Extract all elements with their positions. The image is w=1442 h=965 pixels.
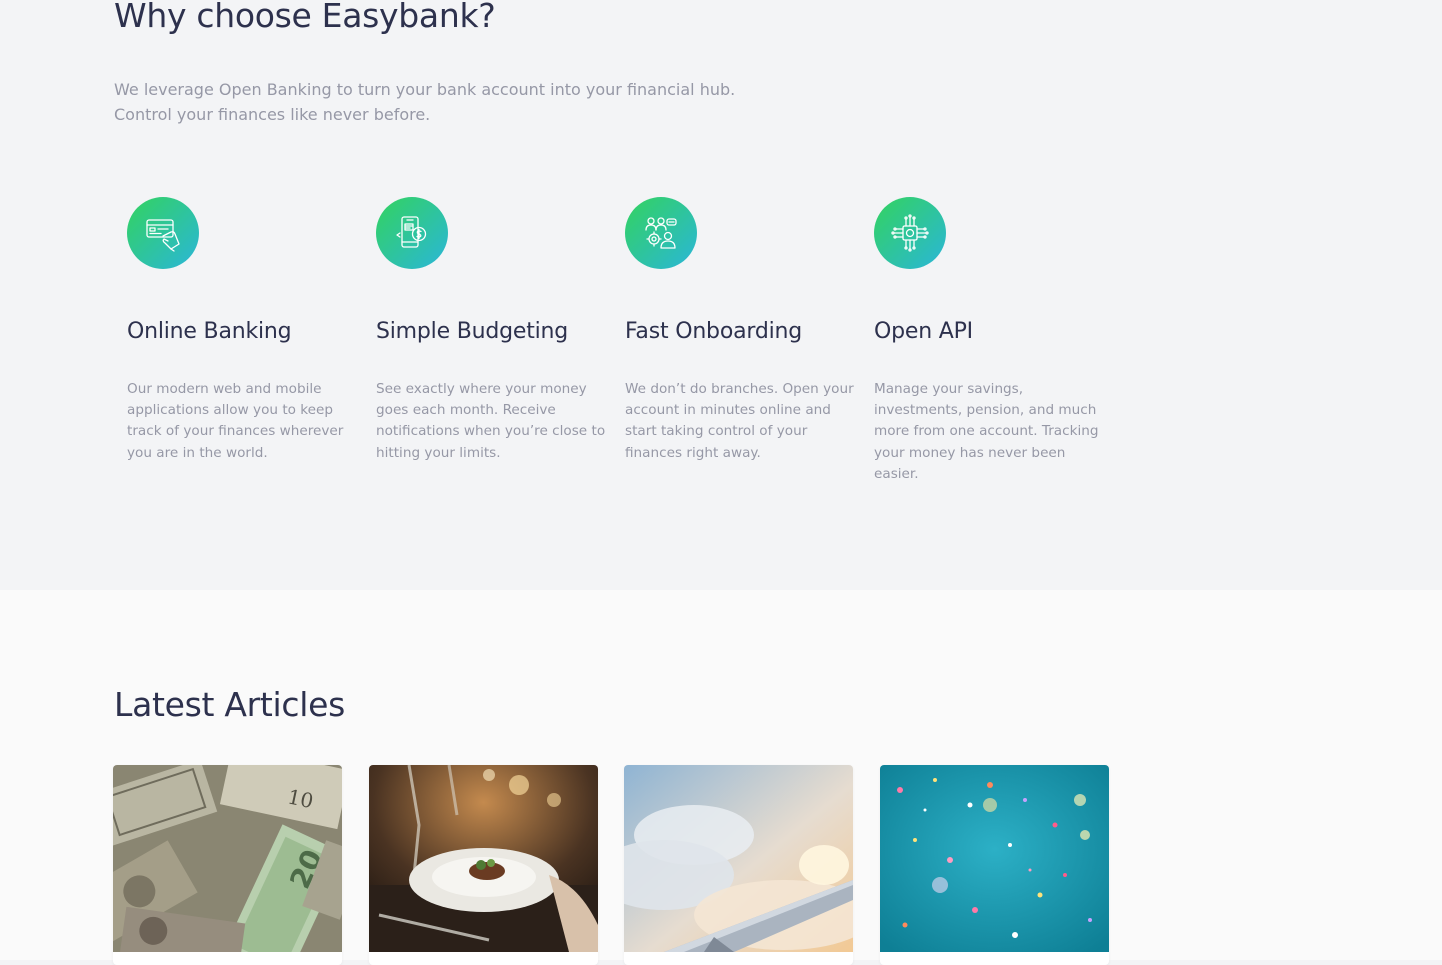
feature-desc-line: applications allow you to keep (127, 402, 334, 419)
why-title: Why choose Easybank? (114, 0, 496, 35)
feature-title: Fast Onboarding (625, 319, 803, 344)
feature-desc: We don’t do branches. Open your account … (625, 379, 854, 464)
articles-title: Latest Articles (114, 685, 346, 724)
feature-desc-line: notifications when you’re close to (376, 423, 606, 440)
feature-desc-line: Our modern web and mobile (127, 381, 322, 397)
article-card[interactable]: 10 20 (113, 765, 342, 965)
article-card[interactable] (369, 765, 598, 965)
feature-desc: Our modern web and mobile applications a… (127, 379, 352, 464)
feature-title: Open API (874, 319, 973, 344)
feature-desc-line: track of your finances wherever (127, 423, 344, 440)
article-card[interactable] (880, 765, 1109, 965)
api-icon (874, 197, 946, 269)
confetti-image[interactable] (880, 765, 1109, 952)
why-intro-line: We leverage Open Banking to turn your ba… (114, 80, 736, 99)
why-intro-line: Control your finances like never before. (114, 105, 431, 124)
feature-desc-line: you are in the world. (127, 444, 268, 461)
feature-desc-line: Manage your savings, (874, 381, 1024, 397)
online-banking-icon (127, 197, 199, 269)
feature-desc-line: your money has never been (874, 444, 1066, 461)
feature-title: Simple Budgeting (376, 319, 569, 344)
why-intro: We leverage Open Banking to turn your ba… (114, 77, 754, 127)
why-section: Why choose Easybank? We leverage Open Ba… (0, 0, 1442, 590)
feature-desc-line: investments, pension, and much (874, 402, 1097, 419)
article-card[interactable] (624, 765, 853, 965)
onboarding-icon (625, 197, 697, 269)
feature-desc-line: easier. (874, 465, 919, 482)
budgeting-icon (376, 197, 448, 269)
feature-desc-line: start taking control of your (625, 423, 808, 440)
feature-desc-line: goes each month. Receive (376, 402, 556, 419)
articles-section: Latest Articles 10 20 (0, 590, 1442, 965)
restaurant-image[interactable] (369, 765, 598, 952)
feature-desc-line: finances right away. (625, 444, 761, 461)
feature-desc-line: hitting your limits. (376, 444, 501, 461)
feature-desc-line: We don’t do branches. Open your (625, 381, 854, 397)
feature-desc-line: more from one account. Tracking (874, 423, 1099, 440)
feature-desc: See exactly where your money goes each m… (376, 379, 606, 464)
feature-desc-line: account in minutes online and (625, 402, 831, 419)
feature-desc-line: See exactly where your money (376, 381, 587, 397)
feature-desc: Manage your savings, investments, pensio… (874, 379, 1099, 485)
feature-title: Online Banking (127, 319, 292, 344)
currency-image[interactable]: 10 20 (113, 765, 342, 952)
plane-image[interactable] (624, 765, 853, 952)
